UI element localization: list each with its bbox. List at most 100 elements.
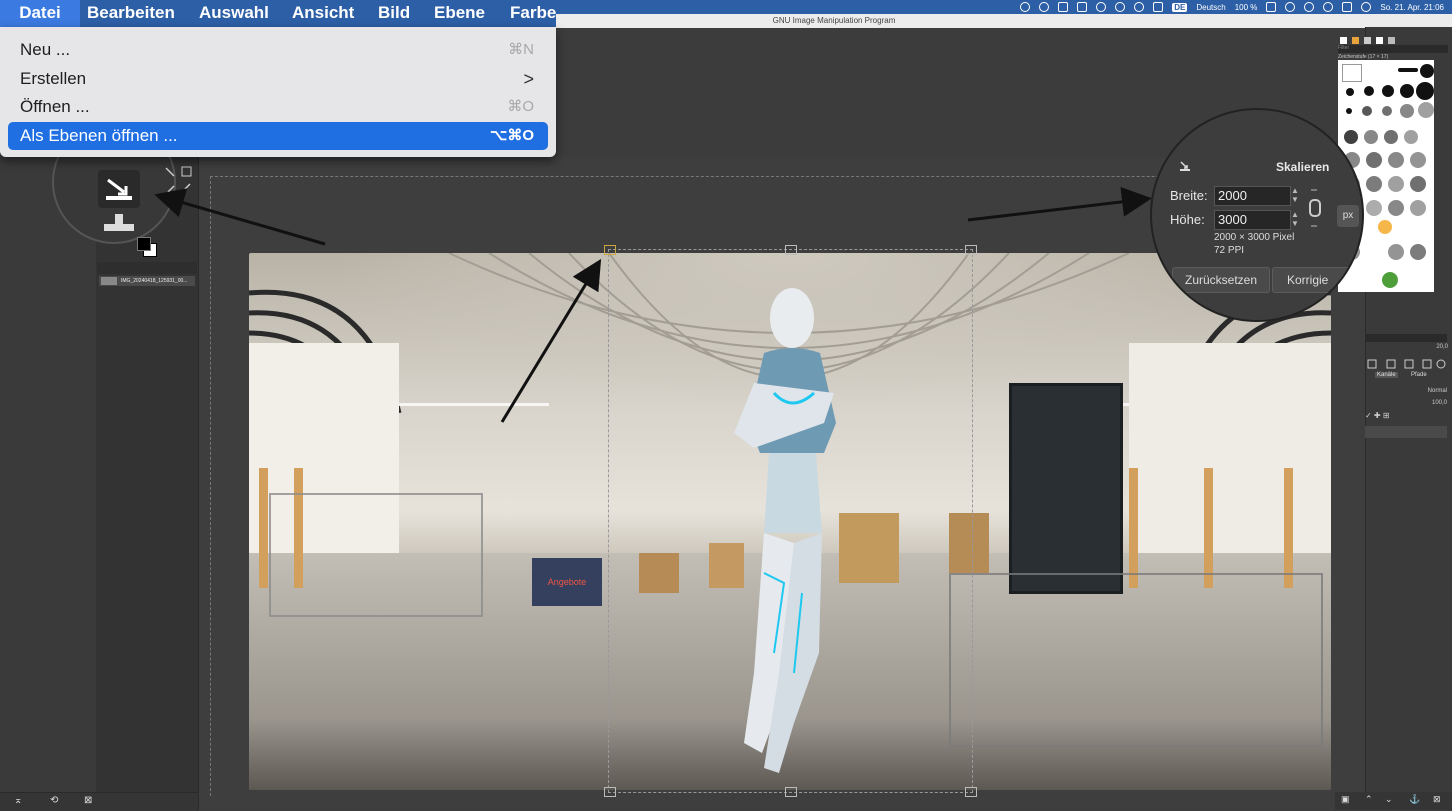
brush[interactable] bbox=[1366, 200, 1382, 216]
brush[interactable] bbox=[1382, 106, 1392, 116]
menu-auswahl[interactable]: Auswahl bbox=[199, 0, 269, 27]
brush[interactable] bbox=[1346, 88, 1354, 96]
scale-zoom-callout: Skalieren Breite: 2000 ▲ ▼ Höhe: 3000 ▲ ▼ … bbox=[1150, 108, 1364, 322]
brush-selected[interactable] bbox=[1342, 64, 1362, 82]
lower-icon[interactable]: ⌄ bbox=[1385, 794, 1393, 805]
brush[interactable] bbox=[1382, 272, 1398, 288]
correct-button[interactable]: Korrigie bbox=[1272, 267, 1362, 293]
wifi-icon[interactable] bbox=[1285, 2, 1296, 12]
transform-handle[interactable] bbox=[785, 245, 797, 255]
tab-paths[interactable]: Pfade bbox=[1411, 372, 1427, 378]
brush[interactable] bbox=[1362, 106, 1372, 116]
restore-icon[interactable]: ⟲ bbox=[50, 795, 58, 806]
brush[interactable] bbox=[1384, 130, 1398, 144]
menu-item-erstellen[interactable]: Erstellen > bbox=[8, 65, 548, 93]
menu-ebene[interactable]: Ebene bbox=[434, 0, 485, 27]
width-field[interactable]: 2000 bbox=[1214, 186, 1291, 206]
brush[interactable] bbox=[1382, 85, 1394, 97]
transform-handle[interactable] bbox=[785, 787, 797, 797]
control-center-icon[interactable] bbox=[1342, 2, 1353, 12]
transform-handle[interactable] bbox=[604, 787, 616, 797]
shield-icon[interactable] bbox=[1058, 2, 1069, 12]
brush[interactable] bbox=[1346, 108, 1352, 114]
delete-icon[interactable]: ⊠ bbox=[84, 795, 92, 806]
brush[interactable] bbox=[1378, 220, 1392, 234]
brush[interactable] bbox=[1416, 82, 1434, 100]
clock-icon[interactable] bbox=[1096, 2, 1107, 12]
airdrop-icon[interactable] bbox=[1134, 2, 1145, 12]
brush[interactable] bbox=[1400, 104, 1414, 118]
shear-tool-icon bbox=[104, 214, 134, 231]
bluetooth-icon[interactable] bbox=[1153, 2, 1164, 12]
siri-icon[interactable] bbox=[1361, 2, 1372, 12]
layer-action-icons bbox=[1367, 356, 1447, 369]
transform-handle[interactable] bbox=[965, 787, 977, 797]
brush[interactable] bbox=[1388, 200, 1404, 216]
brush-filter-input[interactable]: Filter bbox=[1338, 45, 1448, 53]
user-switch-icon[interactable] bbox=[1304, 2, 1315, 12]
brush[interactable] bbox=[1388, 244, 1404, 260]
battery-icon[interactable] bbox=[1266, 2, 1277, 12]
collapse-icon[interactable]: ⌅ bbox=[14, 795, 22, 806]
brush[interactable] bbox=[1410, 244, 1426, 260]
tab-channels[interactable]: Kanäle bbox=[1375, 372, 1398, 378]
menu-item-neu[interactable]: Neu ... ⌘N bbox=[8, 36, 548, 64]
raise-icon[interactable]: ⌃ bbox=[1365, 794, 1373, 805]
clock-label[interactable]: So. 21. Apr. 21:06 bbox=[1380, 3, 1444, 12]
menu-ansicht[interactable]: Ansicht bbox=[292, 0, 354, 27]
brush[interactable] bbox=[1364, 86, 1374, 96]
user-icon[interactable] bbox=[1115, 2, 1126, 12]
lock-icons[interactable]: ✓ ✚ ⊞ bbox=[1365, 411, 1405, 421]
eye-icon[interactable] bbox=[1039, 2, 1050, 12]
brush[interactable] bbox=[1418, 102, 1434, 118]
toolbox-bottom-bar: ⌅ ⟲ ⊠ bbox=[0, 792, 198, 811]
delete-layer-icon[interactable]: ⊠ bbox=[1433, 794, 1441, 805]
fg-bg-color-swatch[interactable] bbox=[137, 237, 157, 257]
brush[interactable] bbox=[1404, 130, 1418, 144]
brush[interactable] bbox=[1366, 176, 1382, 192]
brush[interactable] bbox=[1364, 130, 1378, 144]
layers-list-row[interactable] bbox=[1365, 426, 1447, 438]
keyboard-layout-badge[interactable]: DE bbox=[1172, 2, 1188, 12]
transform-handle[interactable] bbox=[965, 245, 977, 255]
brush[interactable] bbox=[1400, 84, 1414, 98]
brush[interactable] bbox=[1398, 68, 1418, 72]
battery-label[interactable]: 100 % bbox=[1235, 3, 1258, 12]
height-field[interactable]: 3000 bbox=[1214, 210, 1291, 230]
brush[interactable] bbox=[1420, 64, 1434, 78]
menu-item-oeffnen[interactable]: Öffnen ... ⌘O bbox=[8, 93, 548, 121]
brush[interactable] bbox=[1388, 152, 1404, 168]
unit-select[interactable]: px bbox=[1337, 205, 1359, 227]
layer-mode-select[interactable]: Normal bbox=[1365, 388, 1447, 398]
crop-tool-icon[interactable] bbox=[160, 162, 200, 212]
brush[interactable] bbox=[1366, 152, 1382, 168]
menu-bild[interactable]: Bild bbox=[378, 0, 410, 27]
menu-datei[interactable]: Datei bbox=[0, 0, 80, 27]
anchor-icon[interactable]: ⚓ bbox=[1409, 794, 1420, 805]
window-icon[interactable] bbox=[1077, 2, 1088, 12]
shear-tool-button[interactable] bbox=[98, 210, 140, 242]
menu-farbe[interactable]: Farbe bbox=[510, 0, 556, 27]
brush[interactable] bbox=[1410, 176, 1426, 192]
layer-row[interactable]: IMG_20240418_125931_00... bbox=[99, 276, 195, 286]
layer-opacity[interactable]: 100,0 bbox=[1365, 400, 1447, 408]
brush[interactable] bbox=[1344, 130, 1358, 144]
height-stepper[interactable]: ▲ ▼ bbox=[1290, 210, 1300, 228]
chain-link-icon[interactable] bbox=[1308, 188, 1322, 228]
cloud-icon[interactable] bbox=[1020, 2, 1031, 12]
width-stepper[interactable]: ▲ ▼ bbox=[1290, 186, 1300, 204]
brush[interactable] bbox=[1410, 200, 1426, 216]
reset-button[interactable]: Zurücksetzen bbox=[1172, 267, 1270, 293]
layer-boundary[interactable] bbox=[604, 245, 977, 797]
search-icon[interactable] bbox=[1323, 2, 1334, 12]
new-layer-icon[interactable]: ▣ bbox=[1341, 794, 1350, 805]
menu-item-als-ebenen-oeffnen[interactable]: Als Ebenen öffnen ... ⌥⌘O bbox=[8, 122, 548, 150]
language-label[interactable]: Deutsch bbox=[1196, 3, 1225, 12]
transform-handle[interactable] bbox=[604, 245, 616, 255]
size-value[interactable]: 20,0 bbox=[1436, 344, 1448, 350]
brush[interactable] bbox=[1388, 176, 1404, 192]
menu-bearbeiten[interactable]: Bearbeiten bbox=[87, 0, 175, 27]
scale-tool-button[interactable] bbox=[98, 170, 140, 208]
layers-filter[interactable] bbox=[1365, 334, 1447, 342]
brush[interactable] bbox=[1410, 152, 1426, 168]
